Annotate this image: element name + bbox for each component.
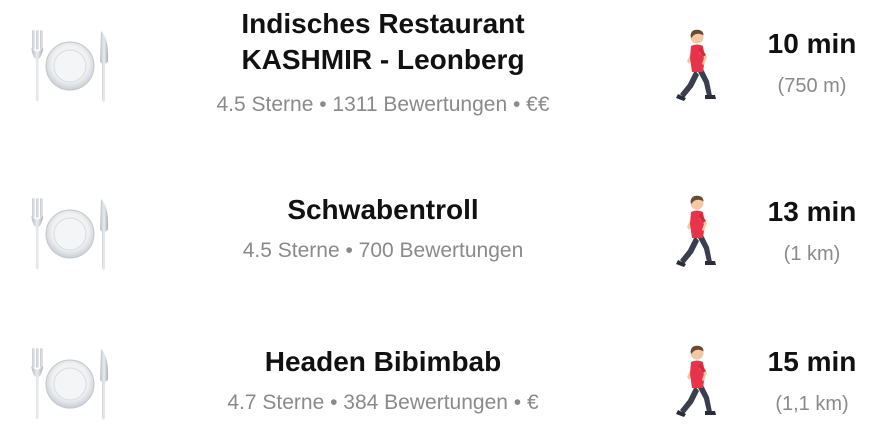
walking-time: 13 min [767,196,857,227]
list-item[interactable]: Headen Bibimbab 4.7 Sterne • 384 Bewertu… [0,330,894,440]
restaurant-list: Indisches Restaurant KASHMIR - Leonberg … [0,0,894,422]
walking-info: 15 min (1,1 km) [740,344,884,418]
person-walking-icon [674,344,720,418]
walking-time: 10 min [767,28,857,59]
person-walking-icon [674,194,720,268]
restaurant-name: Headen Bibimbab [264,346,502,377]
restaurant-meta: 4.5 Sterne • 1311 Bewertungen • €€ [216,93,550,116]
person-walking-icon [674,28,720,102]
restaurant-name: Indisches Restaurant KASHMIR - Leonberg [241,8,525,75]
restaurant-meta: 4.7 Sterne • 384 Bewertungen • € [227,391,539,414]
walking-time: 15 min [767,346,857,377]
walking-distance: (1,1 km) [775,393,849,415]
walking-info: 13 min (1 km) [740,194,884,268]
fork-plate-knife-icon [28,196,112,272]
fork-plate-knife-icon [28,28,112,104]
restaurant-info: Indisches Restaurant KASHMIR - Leonberg … [150,6,616,120]
walking-distance: (1 km) [783,243,841,265]
list-item[interactable]: Schwabentroll 4.5 Sterne • 700 Bewertung… [0,180,894,290]
restaurant-meta: 4.5 Sterne • 700 Bewertungen [242,239,524,262]
restaurant-name: Schwabentroll [287,194,479,225]
list-item[interactable]: Indisches Restaurant KASHMIR - Leonberg … [0,6,894,116]
restaurant-info: Schwabentroll 4.5 Sterne • 700 Bewertung… [150,180,616,266]
restaurant-info: Headen Bibimbab 4.7 Sterne • 384 Bewertu… [150,330,616,418]
fork-plate-knife-icon [28,346,112,422]
walking-info: 10 min (750 m) [740,26,884,100]
walking-distance: (750 m) [777,75,847,97]
